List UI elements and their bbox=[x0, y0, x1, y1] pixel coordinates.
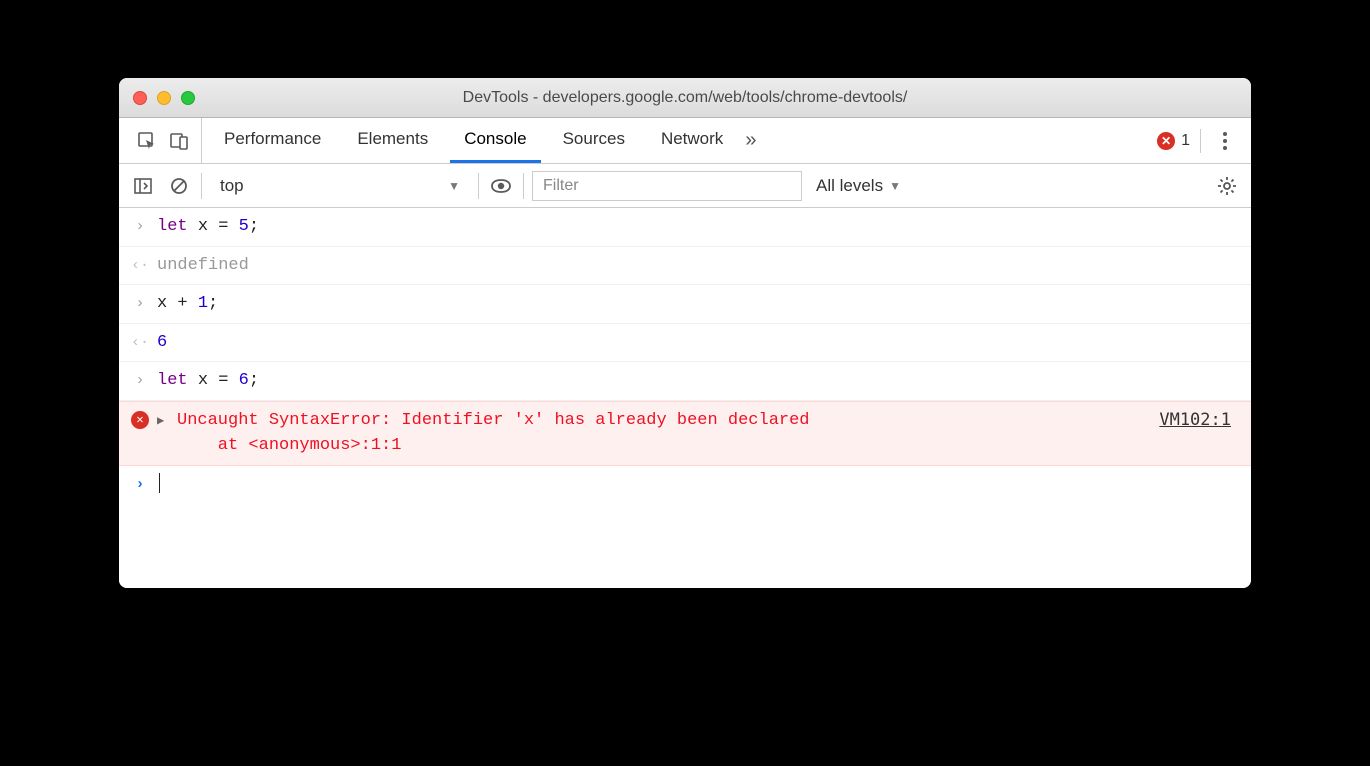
code-text: let x = 6; bbox=[157, 368, 1239, 394]
main-menu-button[interactable] bbox=[1211, 127, 1239, 155]
separator bbox=[1200, 129, 1201, 153]
tabs-overflow-button[interactable]: » bbox=[737, 118, 764, 163]
device-toggle-icon[interactable] bbox=[165, 127, 193, 155]
console-input-line: › let x = 5; bbox=[119, 208, 1251, 247]
panel-tabs: PerformanceElementsConsoleSourcesNetwork bbox=[210, 118, 737, 163]
minimize-button[interactable] bbox=[157, 91, 171, 105]
error-source-link[interactable]: VM102:1 bbox=[1159, 408, 1239, 434]
result-value: 6 bbox=[157, 333, 167, 352]
toggle-console-sidebar-icon[interactable] bbox=[129, 172, 157, 200]
disclosure-triangle-icon[interactable]: ▶ bbox=[157, 408, 169, 430]
traffic-lights bbox=[133, 91, 195, 105]
result-prompt-icon: ‹· bbox=[131, 330, 149, 355]
code-text: x + 1; bbox=[157, 291, 1239, 317]
execution-context-select[interactable]: top ▼ bbox=[210, 171, 470, 201]
chevron-down-icon: ▼ bbox=[448, 179, 460, 193]
input-prompt-icon: › bbox=[131, 214, 149, 239]
levels-label: All levels bbox=[816, 176, 883, 196]
panel-tab-elements[interactable]: Elements bbox=[343, 118, 442, 163]
console-settings-icon[interactable] bbox=[1213, 172, 1241, 200]
console-output[interactable]: › let x = 5; ‹· undefined › x + 1; ‹· 6 › let x =… bbox=[119, 208, 1251, 588]
inspect-group bbox=[125, 118, 202, 163]
console-prompt-line[interactable]: › bbox=[119, 466, 1251, 504]
result-value: undefined bbox=[157, 256, 249, 275]
titlebar[interactable]: DevTools - developers.google.com/web/too… bbox=[119, 78, 1251, 118]
panel-tab-sources[interactable]: Sources bbox=[549, 118, 639, 163]
console-error-line: ✕ ▶ Uncaught SyntaxError: Identifier 'x' h… bbox=[119, 401, 1251, 466]
separator bbox=[201, 173, 202, 199]
clear-console-icon[interactable] bbox=[165, 172, 193, 200]
error-icon: ✕ bbox=[131, 411, 149, 429]
context-label: top bbox=[220, 176, 244, 196]
error-message: Uncaught SyntaxError: Identifier 'x' has… bbox=[177, 408, 1151, 459]
error-count: 1 bbox=[1181, 132, 1190, 150]
panel-tab-network[interactable]: Network bbox=[647, 118, 737, 163]
live-expression-icon[interactable] bbox=[487, 172, 515, 200]
chevron-down-icon: ▼ bbox=[889, 179, 901, 193]
console-toolbar: top ▼ All levels ▼ bbox=[119, 164, 1251, 208]
inspect-element-icon[interactable] bbox=[133, 127, 161, 155]
active-prompt-icon: › bbox=[131, 472, 149, 497]
console-input-line: › let x = 6; bbox=[119, 362, 1251, 401]
error-count-indicator[interactable]: ✕ 1 bbox=[1157, 132, 1190, 150]
panel-tab-console[interactable]: Console bbox=[450, 118, 540, 163]
code-text: let x = 5; bbox=[157, 214, 1239, 240]
tabbar-right: ✕ 1 bbox=[1157, 118, 1245, 163]
filter-input[interactable] bbox=[532, 171, 802, 201]
prompt-input[interactable] bbox=[157, 472, 1239, 498]
panel-tab-performance[interactable]: Performance bbox=[210, 118, 335, 163]
panel-tabbar: PerformanceElementsConsoleSourcesNetwork… bbox=[119, 118, 1251, 164]
console-input-line: › x + 1; bbox=[119, 285, 1251, 324]
devtools-window: DevTools - developers.google.com/web/too… bbox=[119, 78, 1251, 588]
console-result-line: ‹· undefined bbox=[119, 247, 1251, 286]
error-icon: ✕ bbox=[1157, 132, 1175, 150]
console-result-line: ‹· 6 bbox=[119, 324, 1251, 363]
separator bbox=[523, 173, 524, 199]
close-button[interactable] bbox=[133, 91, 147, 105]
input-prompt-icon: › bbox=[131, 368, 149, 393]
log-levels-select[interactable]: All levels ▼ bbox=[810, 176, 907, 196]
maximize-button[interactable] bbox=[181, 91, 195, 105]
input-prompt-icon: › bbox=[131, 291, 149, 316]
result-prompt-icon: ‹· bbox=[131, 253, 149, 278]
separator bbox=[478, 173, 479, 199]
window-title: DevTools - developers.google.com/web/too… bbox=[119, 89, 1251, 107]
